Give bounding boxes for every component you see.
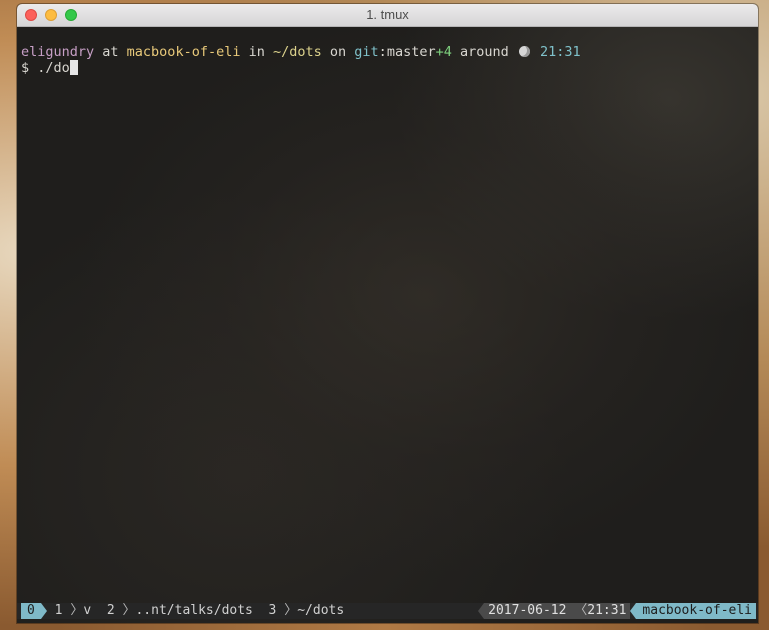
zoom-button[interactable]	[65, 9, 77, 21]
prompt-time: 21:31	[540, 44, 581, 60]
command-line[interactable]: $ ./do	[21, 60, 78, 76]
prompt-dollar: $	[21, 60, 38, 76]
chevron-left-icon: 〈	[574, 603, 588, 618]
window-index: 3	[268, 603, 277, 618]
window-index: 2	[106, 603, 115, 618]
prompt-git-label: git	[354, 44, 379, 60]
prompt-colon: :	[378, 44, 387, 60]
status-host: macbook-of-eli	[636, 603, 756, 619]
text-cursor	[69, 60, 78, 75]
chevron-right-icon: 〉	[70, 603, 84, 618]
terminal-window[interactable]: 1. tmux eligundry at macbook-of-eli in ~…	[17, 4, 758, 623]
window-name: ..nt/talks/dots	[135, 603, 253, 618]
prompt-around: around	[451, 44, 517, 60]
terminal-pane[interactable]: eligundry at macbook-of-eli in ~/dots on…	[17, 27, 758, 623]
chevron-right-icon: 〉	[284, 603, 298, 618]
prompt-user: eligundry	[21, 44, 95, 60]
window-title: 1. tmux	[366, 7, 409, 22]
command-text[interactable]: ./do	[37, 60, 70, 76]
status-windows: 0 1 〉v 2 〉..nt/talks/dots 3 〉~/dots	[21, 603, 344, 619]
status-datetime: 2017-06-12 〈21:31	[484, 603, 631, 619]
window-titlebar[interactable]: 1. tmux	[17, 4, 758, 27]
status-time: 21:31	[587, 603, 627, 618]
tmux-status-bar: 0 1 〉v 2 〉..nt/talks/dots 3 〉~/dots 2017…	[17, 603, 758, 619]
status-window-3[interactable]: 3 〉~/dots	[269, 603, 345, 619]
moon-icon	[518, 46, 530, 57]
close-button[interactable]	[25, 9, 37, 21]
status-right: 2017-06-12 〈21:31 macbook-of-eli	[478, 603, 756, 619]
status-date: 2017-06-12	[488, 603, 567, 618]
chevron-right-icon: 〉	[122, 603, 136, 618]
prompt-in: in	[240, 44, 273, 60]
prompt-line: eligundry at macbook-of-eli in ~/dots on…	[21, 44, 581, 60]
prompt-path: ~/dots	[272, 44, 322, 60]
prompt-ahead: +4	[435, 44, 452, 60]
status-window-active[interactable]: 0	[21, 603, 41, 619]
window-index: 1	[54, 603, 63, 618]
prompt-at: at	[94, 44, 127, 60]
minimize-button[interactable]	[45, 9, 57, 21]
status-window-2[interactable]: 2 〉..nt/talks/dots	[107, 603, 253, 619]
window-name: ~/dots	[297, 603, 345, 618]
status-window-1[interactable]: 1 〉v	[55, 603, 92, 619]
prompt-on: on	[321, 44, 355, 60]
prompt-branch: master	[386, 44, 436, 60]
prompt-host: macbook-of-eli	[126, 44, 241, 60]
window-name: v	[83, 603, 92, 618]
segment-arrow-icon	[40, 603, 47, 619]
